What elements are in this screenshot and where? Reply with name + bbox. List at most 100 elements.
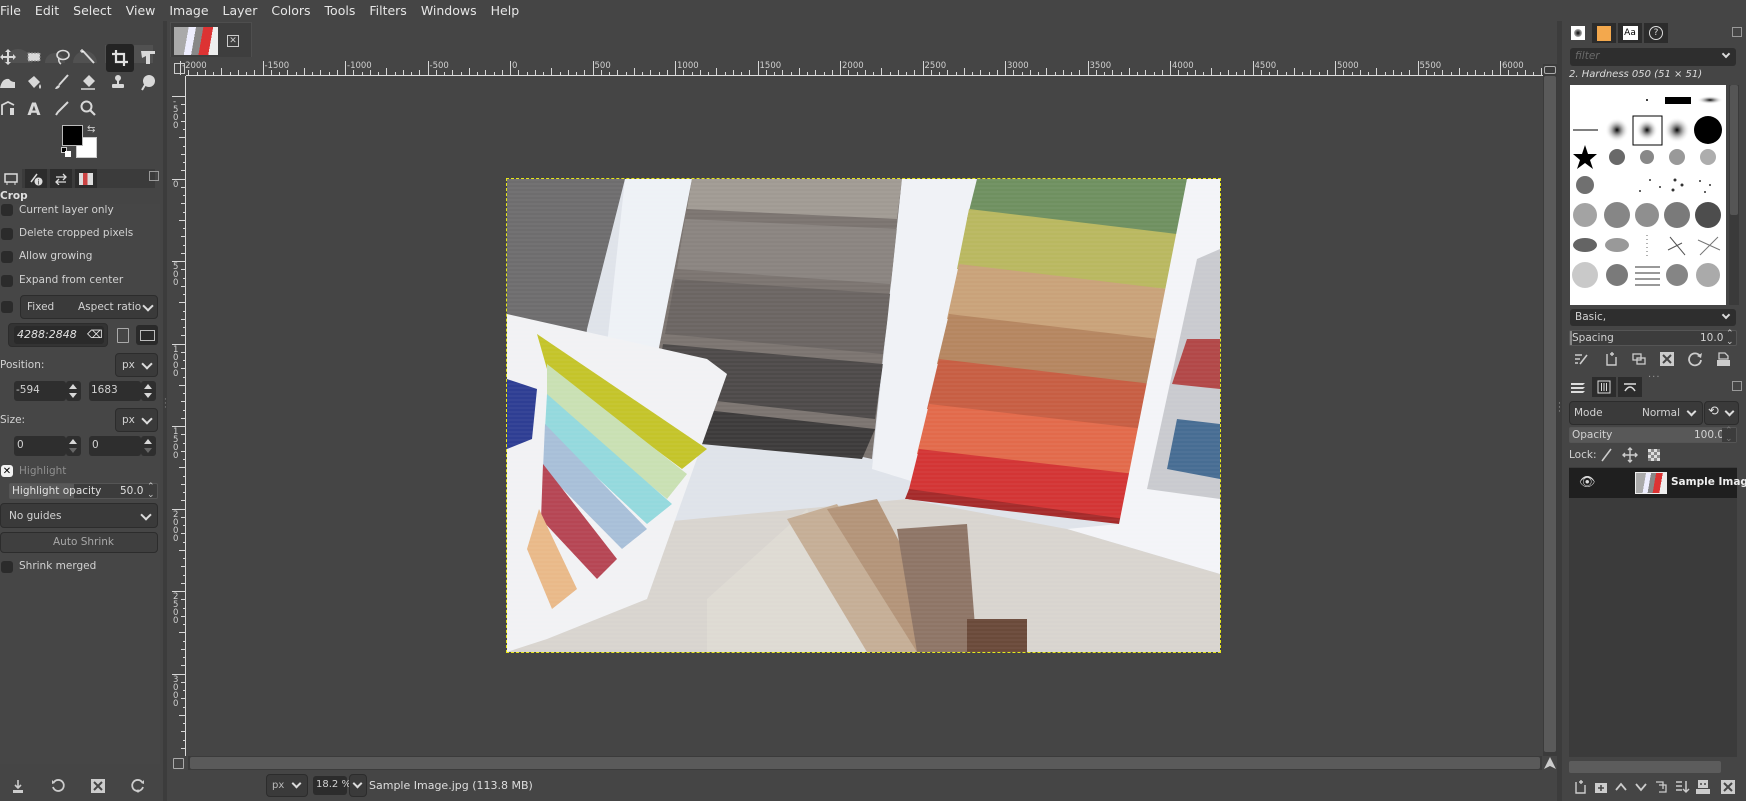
refresh-brushes-button[interactable]: [1686, 350, 1704, 368]
spacing-slider[interactable]: Spacing 10.0 ⌃ ⌄: [1569, 330, 1737, 347]
zoom-dropdown[interactable]: [349, 774, 367, 797]
bucket-fill-tool[interactable]: [22, 70, 46, 94]
raise-layer-button[interactable]: [1612, 778, 1630, 796]
eye-icon[interactable]: 👁: [1579, 475, 1596, 490]
restore-tool-preset-button[interactable]: [49, 777, 67, 795]
foreground-color-swatch[interactable]: [62, 125, 83, 146]
vertical-scroll-thumb[interactable]: [1544, 76, 1556, 752]
aspect-ratio-input[interactable]: 4288:2848 ⌫: [14, 326, 104, 344]
zoom-input[interactable]: 18.2 %: [313, 776, 351, 795]
tab-undo-history[interactable]: [50, 169, 72, 188]
layers-scrollbar-h[interactable]: [1569, 761, 1721, 773]
menu-edit[interactable]: Edit: [35, 3, 59, 18]
layer-opacity-slider[interactable]: Opacity 100.0 ⌃ ⌄: [1569, 427, 1737, 444]
menu-colors[interactable]: Colors: [271, 3, 310, 18]
smudge-tool[interactable]: [136, 70, 160, 94]
merge-layer-button[interactable]: [1673, 778, 1691, 796]
brush-grid-scrollbar[interactable]: [1729, 85, 1739, 305]
lock-pixels-button[interactable]: [1597, 446, 1615, 464]
image-tab[interactable]: ✕: [170, 22, 252, 57]
horizontal-scrollbar[interactable]: [188, 756, 1542, 770]
text-tool[interactable]: A: [22, 96, 46, 120]
move-tool[interactable]: [0, 45, 20, 69]
delete-layer-button[interactable]: [1719, 778, 1737, 796]
tab-patterns[interactable]: [1592, 23, 1616, 43]
quick-mask-toggle[interactable]: [173, 758, 184, 769]
drag-handle-icon[interactable]: · · ·: [164, 396, 167, 413]
save-tool-preset-button[interactable]: [9, 777, 27, 795]
lock-position-button[interactable]: [1621, 446, 1639, 464]
layer-mode-dropdown[interactable]: Mode Normal: [1569, 401, 1703, 425]
position-unit-dropdown[interactable]: px: [115, 353, 158, 377]
fuzzy-select-tool[interactable]: [76, 45, 100, 69]
current-layer-only-checkbox[interactable]: [1, 204, 13, 216]
configure-tab-icon[interactable]: [149, 171, 159, 181]
menu-tools[interactable]: Tools: [325, 3, 356, 18]
paintbrush-tool[interactable]: [50, 70, 74, 94]
position-x-spinner[interactable]: [66, 381, 81, 401]
lower-layer-button[interactable]: [1632, 778, 1650, 796]
tab-channels[interactable]: [1592, 377, 1616, 397]
clone-tool[interactable]: [106, 70, 130, 94]
layer-name[interactable]: Sample Image: [1671, 476, 1746, 488]
tab-fonts[interactable]: Aa: [1618, 23, 1642, 43]
menu-file[interactable]: File: [0, 3, 21, 18]
horizontal-ruler[interactable]: -2000 -1500 -1000 -500 0 500 1000 1500 2000 2500 3…: [180, 61, 1576, 76]
menu-filters[interactable]: Filters: [369, 3, 406, 18]
guides-dropdown[interactable]: No guides: [0, 503, 158, 528]
clear-text-icon[interactable]: ⌫: [87, 328, 103, 341]
size-width-spinner[interactable]: [66, 436, 81, 456]
eraser-tool[interactable]: [76, 70, 100, 94]
menu-select[interactable]: Select: [73, 3, 112, 18]
menu-view[interactable]: View: [126, 3, 156, 18]
swap-colors-icon[interactable]: ⇆: [87, 124, 95, 135]
shrink-merged-checkbox[interactable]: [1, 561, 13, 573]
menu-layer[interactable]: Layer: [223, 3, 258, 18]
delete-tool-preset-button[interactable]: [89, 777, 107, 795]
size-unit-dropdown[interactable]: px: [115, 408, 158, 432]
horizontal-scroll-thumb[interactable]: [190, 757, 1540, 769]
lock-alpha-button[interactable]: [1645, 446, 1663, 464]
drag-handle-icon[interactable]: · · ·: [1558, 400, 1561, 417]
color-picker-tool[interactable]: [50, 96, 74, 120]
auto-shrink-button[interactable]: Auto Shrink: [0, 532, 158, 553]
tab-paths[interactable]: [1618, 377, 1642, 397]
position-x-input[interactable]: -594: [14, 381, 66, 401]
brush-tag-dropdown[interactable]: Basic,: [1570, 309, 1736, 326]
rect-select-tool[interactable]: [22, 45, 46, 69]
image-canvas[interactable]: [507, 179, 1220, 652]
position-y-spinner[interactable]: [141, 381, 156, 401]
pane-handle-icon[interactable]: ···: [1648, 372, 1661, 383]
paths-tool[interactable]: [0, 96, 20, 120]
vertical-scrollbar[interactable]: [1543, 64, 1557, 756]
close-tab-icon[interactable]: ✕: [227, 35, 239, 47]
menu-image[interactable]: Image: [169, 3, 208, 18]
delete-cropped-pixels-checkbox[interactable]: [1, 228, 13, 240]
size-height-spinner[interactable]: [141, 436, 156, 456]
fixed-checkbox[interactable]: [1, 301, 13, 313]
size-width-input[interactable]: 0: [14, 436, 66, 456]
tab-device-status[interactable]: i: [25, 169, 47, 188]
landscape-button[interactable]: [136, 325, 158, 345]
free-select-tool[interactable]: [50, 45, 74, 69]
size-height-input[interactable]: 0: [89, 436, 141, 456]
zoom-tool[interactable]: [76, 96, 100, 120]
allow-growing-checkbox[interactable]: [1, 251, 13, 263]
zoom-follow-icon[interactable]: [1544, 66, 1556, 74]
new-layer-group-button[interactable]: [1592, 778, 1610, 796]
layer-mask-button[interactable]: [1694, 778, 1712, 796]
delete-brush-button[interactable]: [1658, 350, 1676, 368]
portrait-icon[interactable]: [117, 328, 129, 343]
navigate-button[interactable]: [1543, 756, 1557, 770]
edit-brush-button[interactable]: [1572, 350, 1590, 368]
brush-filter-input[interactable]: filter: [1570, 48, 1736, 66]
brush-grid[interactable]: [1570, 85, 1726, 305]
vertical-ruler[interactable]: -500 0 500 1000 1500 2000 2500 3000: [172, 76, 186, 756]
menu-help[interactable]: Help: [491, 3, 520, 18]
layer-opacity-spinner[interactable]: ⌃ ⌄: [1722, 427, 1736, 444]
warp-tool[interactable]: [0, 70, 20, 94]
new-brush-button[interactable]: [1602, 350, 1620, 368]
crop-tool[interactable]: [106, 44, 134, 72]
configure-tab-icon[interactable]: [1732, 381, 1742, 391]
expand-from-center-checkbox[interactable]: [1, 275, 13, 287]
